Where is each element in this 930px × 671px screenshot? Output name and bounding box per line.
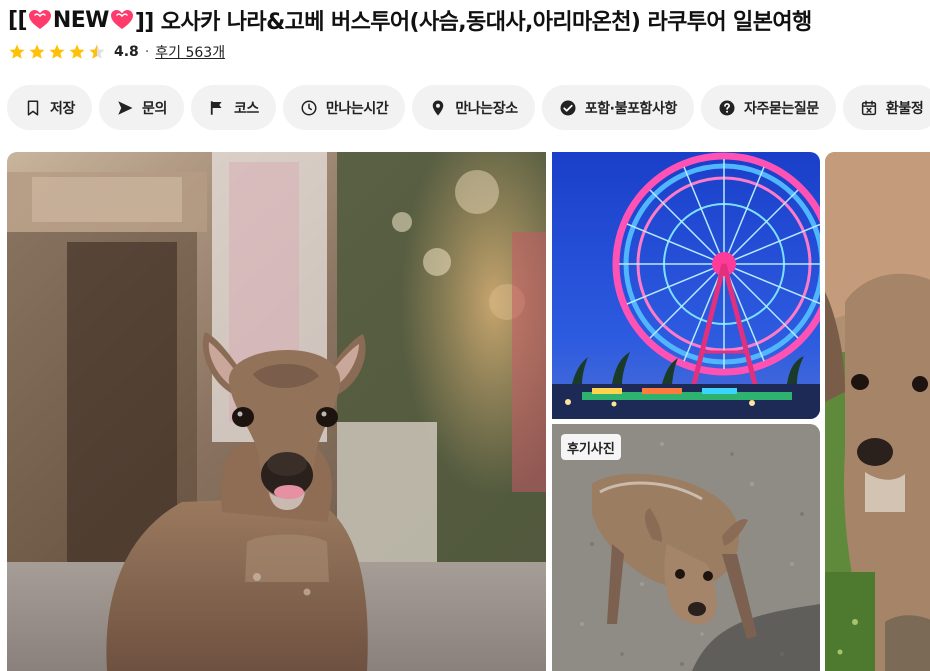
star-icon bbox=[49, 44, 65, 59]
rating-row: 4.8 · 후기 563개 bbox=[8, 40, 225, 64]
photo-gallery: 후기사진 bbox=[0, 152, 930, 671]
question-circle-icon bbox=[719, 100, 735, 115]
chip-refund[interactable]: 환불정 bbox=[842, 85, 930, 130]
chip-faq[interactable]: 자주묻는질문 bbox=[701, 85, 836, 130]
section-nav-chips: 저장 문의 코스 만나는시간 만나는장소 포함·불포함사항 자주묻는질문 환불정 bbox=[7, 85, 930, 130]
chip-inclusions[interactable]: 포함·불포함사항 bbox=[541, 85, 694, 130]
title-prefix: [[ bbox=[8, 7, 28, 33]
calendar-x-icon bbox=[861, 100, 877, 115]
product-title: [[ NEW ]] 오사카 나라&고베 버스투어(사슴,동대사,아리마온천) 라… bbox=[8, 4, 928, 36]
chip-label: 자주묻는질문 bbox=[744, 100, 819, 117]
flag-icon bbox=[210, 100, 222, 115]
photo-ferris-wheel[interactable] bbox=[552, 152, 820, 419]
chip-label: 환불정 bbox=[885, 100, 924, 117]
location-pin-icon bbox=[433, 100, 444, 115]
chip-meeting-place[interactable]: 만나는장소 bbox=[412, 85, 535, 130]
chip-label: 저장 bbox=[50, 100, 75, 117]
main-photo-deer[interactable] bbox=[7, 152, 546, 671]
bookmark-icon bbox=[27, 100, 39, 115]
chip-meeting-time[interactable]: 만나는시간 bbox=[282, 85, 406, 130]
chip-label: 코스 bbox=[233, 100, 259, 117]
chip-label: 만나는장소 bbox=[455, 100, 518, 117]
photo-deer-closeup[interactable] bbox=[825, 152, 930, 671]
rating-stars bbox=[8, 43, 106, 61]
title-new: NEW bbox=[52, 7, 110, 33]
heart-icon bbox=[110, 9, 134, 31]
photo-review-deer[interactable]: 후기사진 bbox=[552, 424, 820, 671]
clock-icon bbox=[301, 100, 317, 115]
chip-course[interactable]: 코스 bbox=[190, 85, 276, 130]
star-icon bbox=[9, 44, 25, 59]
title-main: ]] 오사카 나라&고베 버스투어(사슴,동대사,아리마온천) 라쿠투어 일본여… bbox=[134, 10, 812, 35]
heart-icon bbox=[28, 9, 52, 31]
reviews-link[interactable]: 후기 563개 bbox=[155, 42, 225, 62]
send-icon bbox=[118, 100, 133, 115]
separator-dot: · bbox=[144, 44, 150, 60]
star-half-icon bbox=[89, 44, 105, 59]
star-icon bbox=[69, 44, 85, 59]
chip-label: 포함·불포함사항 bbox=[584, 100, 678, 117]
rating-score: 4.8 bbox=[114, 44, 139, 60]
review-photo-badge: 후기사진 bbox=[561, 434, 621, 460]
chip-label: 문의 bbox=[141, 100, 167, 117]
star-icon bbox=[29, 44, 45, 59]
check-circle-icon bbox=[560, 100, 576, 115]
chip-inquiry[interactable]: 문의 bbox=[98, 85, 184, 130]
chip-save[interactable]: 저장 bbox=[7, 85, 92, 130]
chip-label: 만나는시간 bbox=[325, 100, 389, 117]
